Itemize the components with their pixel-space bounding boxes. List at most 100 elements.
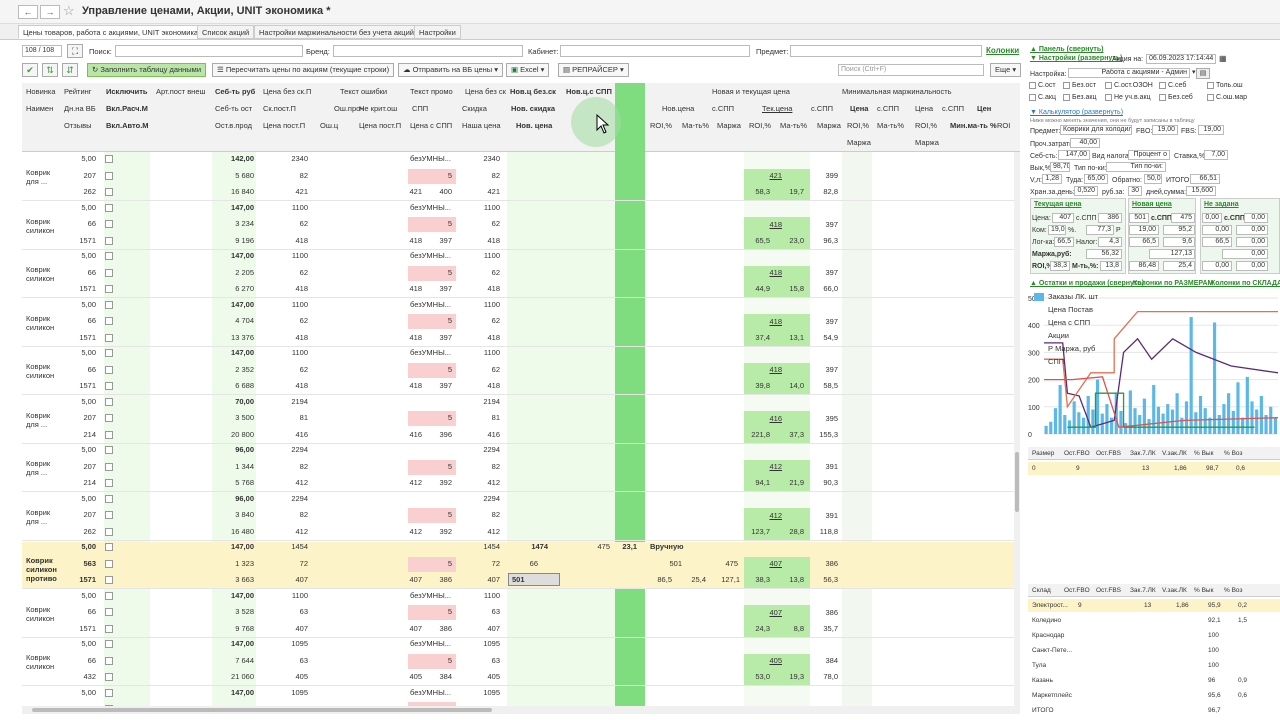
exclude-checkbox[interactable]	[105, 624, 113, 633]
curprice-cell[interactable]: 418	[744, 268, 782, 278]
send-prices-button[interactable]: ☁ Отправить на ВБ цены ▾	[398, 63, 504, 77]
curprice-cell[interactable]: 421	[744, 171, 782, 181]
stavka-value[interactable]: 7,00	[1204, 150, 1228, 160]
header-r3-2[interactable]: Ост.в.прод	[215, 121, 252, 131]
columns-link[interactable]: Колонки	[986, 46, 1019, 55]
header-r3-0[interactable]: Отзывы	[64, 121, 91, 131]
option-checkbox[interactable]	[1105, 94, 1112, 101]
header-r3-19[interactable]: ROI	[997, 121, 1010, 131]
header-r3-1[interactable]: Вкл.Авто.М	[106, 121, 149, 131]
obratno-value[interactable]: 50,0	[1144, 174, 1162, 184]
header-r3-17[interactable]: ROI,%	[915, 121, 937, 131]
dn-value[interactable]: 15,600	[1186, 186, 1216, 196]
header-r2-18[interactable]: Цен	[977, 104, 991, 114]
none-mt[interactable]: 0,00	[1236, 261, 1268, 271]
exclude-checkbox[interactable]	[105, 268, 113, 277]
new-cena[interactable]: 501	[1129, 213, 1149, 223]
exclude-checkbox[interactable]	[105, 155, 113, 163]
header-r3-12[interactable]: ROI,%	[749, 121, 771, 131]
new-nalog[interactable]: 9,6	[1163, 237, 1195, 247]
predmet-value[interactable]: Коврики для холодиль	[1060, 125, 1132, 135]
exclude-checkbox[interactable]	[105, 397, 113, 406]
excel-button[interactable]: ▣ Excel ▾	[506, 63, 550, 77]
tab-prices[interactable]: Цены товаров, работа с акциями, UNIT эко…	[18, 25, 204, 39]
tab-actions-list[interactable]: Список акций	[197, 25, 255, 39]
cur-marzha[interactable]: 56,32	[1086, 249, 1122, 259]
curprice-cell[interactable]: 416	[744, 414, 782, 424]
header-r3-7[interactable]: Наша цена	[462, 121, 501, 131]
new-mt[interactable]: 25,4	[1163, 261, 1195, 271]
header-r2-0[interactable]: Наимен	[26, 104, 53, 114]
exclude-checkbox[interactable]	[105, 365, 113, 374]
header-r1-2[interactable]: Исключить	[106, 87, 148, 97]
curprice-cell[interactable]: 407	[744, 559, 782, 569]
header-r2-10[interactable]: Нов.цена	[662, 104, 694, 114]
exclude-checkbox[interactable]	[105, 446, 113, 454]
header-r2-15[interactable]: с.СПП	[877, 104, 899, 114]
sales-link[interactable]: ▲ Остатки и продажи (свернуть)	[1030, 279, 1144, 288]
fbo-value[interactable]: 19,00	[1152, 125, 1178, 135]
header-r3-3[interactable]: Цена пост.П	[263, 121, 305, 131]
header-r1-4[interactable]: Себ-ть руб	[215, 87, 255, 97]
horizontal-scrollbar[interactable]	[22, 706, 1020, 714]
exclude-checkbox[interactable]	[105, 203, 113, 212]
brand-input[interactable]	[333, 45, 523, 57]
cur-log[interactable]: 66,5	[1054, 237, 1074, 247]
curprice-cell[interactable]: 405	[744, 656, 782, 666]
fill-table-button[interactable]: ↻ Заполнить таблицу данными	[87, 63, 207, 77]
favorite-star-icon[interactable]: ☆	[63, 3, 75, 19]
header-r2-13[interactable]: с.СПП	[811, 104, 833, 114]
header-r3-8[interactable]: Нов. цена	[516, 121, 552, 131]
option-checkbox[interactable]	[1029, 82, 1036, 89]
new-log[interactable]: 66,5	[1129, 237, 1159, 247]
exclude-checkbox[interactable]	[105, 382, 113, 390]
proch-value[interactable]: 40,00	[1070, 138, 1100, 148]
cur-roi[interactable]: 38,3	[1050, 261, 1070, 271]
subject-input[interactable]	[790, 45, 982, 57]
rub-value[interactable]: 30	[1128, 186, 1142, 196]
exclude-checkbox[interactable]	[105, 527, 113, 536]
panel-link[interactable]: ▲ Панель (свернуть)	[1030, 45, 1104, 54]
v-value[interactable]: 1,28	[1042, 174, 1062, 184]
tab-margin-settings[interactable]: Настройки маржинальности без учета акций	[254, 25, 419, 39]
exclude-checkbox[interactable]	[105, 171, 113, 180]
nastr-value[interactable]: Работа с акциями - Админ	[1068, 68, 1190, 78]
option-checkbox[interactable]	[1105, 82, 1112, 89]
exclude-checkbox[interactable]	[105, 591, 113, 600]
header-r3-18[interactable]: Мин.ма-ть %	[950, 121, 997, 131]
sort-asc-icon[interactable]: ⇅	[42, 63, 58, 77]
forward-button[interactable]: →	[40, 5, 60, 19]
sebst-value[interactable]: 147,00	[1058, 150, 1090, 160]
header-r2-11[interactable]: с.СПП	[712, 104, 734, 114]
curprice-cell[interactable]: 412	[744, 462, 782, 472]
curprice-cell[interactable]: 418	[744, 220, 782, 230]
header-r1-12[interactable]: Новая и текущая цена	[712, 87, 790, 97]
tuda-value[interactable]: 65,00	[1084, 174, 1108, 184]
header-r1-10[interactable]: Нов.ц.с СПП	[566, 87, 612, 97]
option-checkbox[interactable]	[1207, 94, 1214, 101]
new-kom2[interactable]: 95,2	[1163, 225, 1195, 235]
check-icon[interactable]: ✔	[22, 63, 38, 77]
exclude-checkbox[interactable]	[105, 462, 113, 471]
exclude-checkbox[interactable]	[105, 656, 113, 665]
none-log[interactable]: 66,5	[1202, 237, 1232, 247]
exclude-checkbox[interactable]	[105, 494, 113, 503]
header-r3-11[interactable]: Маржа	[717, 121, 741, 131]
curprice-cell[interactable]: 418	[744, 365, 782, 375]
header-r2-9[interactable]: Нов. скидка	[511, 104, 555, 114]
new-roi[interactable]: 86,48	[1129, 261, 1159, 271]
exclude-checkbox[interactable]	[105, 252, 113, 260]
header-r1-6[interactable]: Текст ошибки	[340, 87, 387, 97]
header-r1-3[interactable]: Арт.пост внеш	[156, 87, 206, 97]
settings-link[interactable]: ▼ Настройки (развернуть)	[1030, 54, 1122, 63]
exclude-checkbox[interactable]	[105, 188, 113, 196]
itogo-value[interactable]: 66,51	[1190, 174, 1220, 184]
exclude-checkbox[interactable]	[105, 220, 113, 228]
exclude-checkbox[interactable]	[105, 576, 113, 584]
header-r3-15[interactable]: ROI,%	[847, 121, 869, 131]
vyk-value[interactable]: 98,70	[1050, 162, 1070, 172]
header-r2-7[interactable]: СПП	[412, 104, 428, 114]
header-r3-13[interactable]: Ма-ть%	[780, 121, 807, 131]
header-r3-16[interactable]: Ма-ть%	[877, 121, 904, 131]
exclude-checkbox[interactable]	[105, 414, 113, 422]
